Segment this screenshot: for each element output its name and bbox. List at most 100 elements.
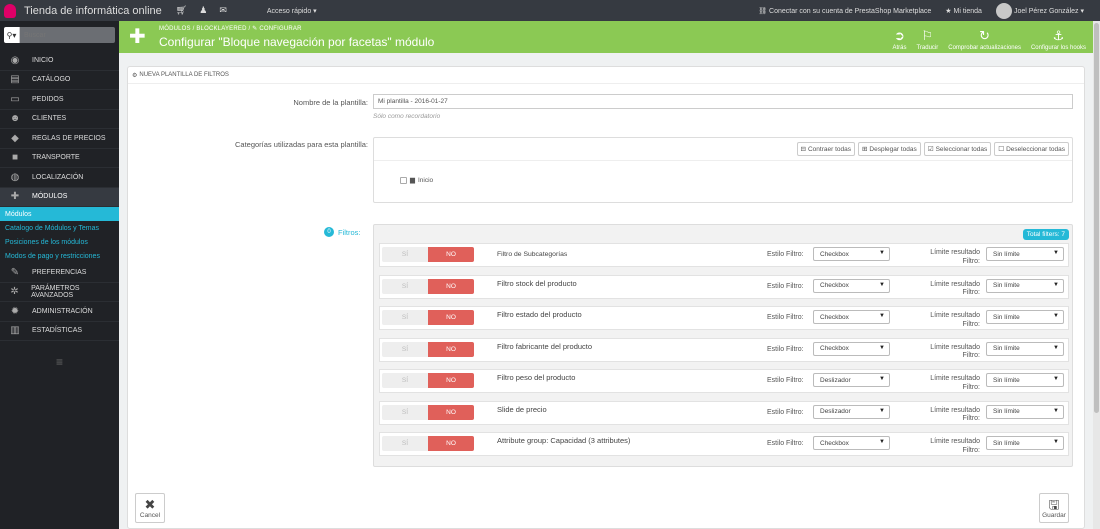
tree-node-checkbox[interactable] [400,176,407,184]
sidebar-item-clientes[interactable]: ☻ Clientes [0,110,119,129]
filter-name: Filtro fabricante del producto [497,341,593,351]
sidebar-item-pedidos[interactable]: ▭ Pedidos [0,90,119,110]
back-button[interactable]: ➲ Atrás [892,23,906,52]
sidebar-item-m-dulos[interactable]: ✚ Módulos [0,187,119,207]
filter-enable-toggle[interactable]: SÍ NO [382,373,474,388]
collapse-menu-icon[interactable]: ≡ [0,355,119,369]
cogs-icon: ✲ [10,286,19,298]
user-icon[interactable]: ♟ [199,5,207,16]
toggle-yes[interactable]: SÍ [382,310,428,325]
expand-icon: ⊞ [861,146,868,153]
filter-style-select[interactable]: Checkbox ▼ [813,247,890,261]
sidebar-item-transporte[interactable]: ■ Transporte [0,149,119,168]
wrench-icon: ✎ [10,266,20,278]
toggle-no[interactable]: NO [428,404,474,420]
filter-limit-select[interactable]: Sin límite ▼ [986,373,1064,387]
toggle-yes[interactable]: SÍ [382,247,428,262]
toggle-no[interactable]: NO [428,436,474,451]
sidebar-item-reglas-de-precios[interactable]: ◆ Reglas de precios [0,129,119,149]
page-title: Configurar "Bloque navegación por faceta… [159,35,435,49]
toggle-no[interactable]: NO [428,373,474,388]
cart-icon[interactable]: 🛒︎ [176,5,187,16]
filter-row: SÍ NO Slide de precio Estilo Filtro: Desliza… [379,400,1069,425]
translate-button[interactable]: ⚐ Traducir [916,23,938,52]
sidebar-search: ⚲▾ [0,21,119,51]
toggle-yes[interactable]: SÍ [382,404,428,420]
caret-down-icon: ▼ [1053,313,1059,319]
filter-enable-toggle[interactable]: SÍ NO [382,278,474,294]
filter-name: Attribute group: Capacidad (3 attributes… [497,436,631,445]
total-filters-badge: Total filters: 7 [1022,229,1069,240]
cancel-button[interactable]: ✖ Cancel [135,493,165,523]
toggle-yes[interactable]: SÍ [382,341,428,357]
collapse-all-button[interactable]: ⊟ Contraer todas [796,142,855,156]
select-all-button[interactable]: ☑ Seleccionar todas [923,142,992,156]
filter-limit-select[interactable]: Sin límite ▼ [986,278,1064,293]
submenu-item[interactable]: Módulos [0,207,119,221]
filter-enable-toggle[interactable]: SÍ NO [382,310,474,325]
search-scope-button[interactable]: ⚲▾ [4,27,20,43]
toggle-no[interactable]: NO [428,247,474,262]
filter-style-label: Estilo Filtro: [767,314,804,321]
filter-style-select[interactable]: Checkbox ▼ [813,341,890,356]
sidebar-item-estad-sticas[interactable]: ▥ Estadísticas [0,322,119,341]
cog-icon: ✹ [10,305,20,317]
deselect-all-button[interactable]: ☐ Deseleccionar todas [994,142,1069,156]
template-name-help: Sólo como recordatorio [373,113,441,120]
expand-all-button[interactable]: ⊞ Desplegar todas [857,142,921,156]
breadcrumb[interactable]: MÓDULOS / BLOCKLAYERED / ✎ CONFIGURAR [159,25,302,32]
filter-enable-toggle[interactable]: SÍ NO [382,341,474,357]
marketplace-link[interactable]: ⛓ Conectar con su cuenta de PrestaShop M… [758,7,931,15]
toggle-yes[interactable]: SÍ [382,278,428,294]
prestashop-logo-icon[interactable] [0,0,20,21]
save-button[interactable]: 🖫︎ Guardar [1039,493,1069,523]
user-menu[interactable]: Joel Pérez González ▾ [995,2,1084,19]
filter-style-select[interactable]: Checkbox ▼ [813,310,890,324]
my-shop-link[interactable]: ★ Mi tienda [945,7,982,15]
sidebar-item-localizaci-n[interactable]: ◍ Localización [0,168,119,188]
category-tree: ⊟ Contraer todas ⊞ Desplegar todas ☑ Selecc… [373,137,1073,203]
sidebar-item-par-metros-avanzados[interactable]: ✲ Parámetros avanzados [0,283,119,302]
sidebar-item-preferencias[interactable]: ✎ Preferencias [0,263,119,283]
search-input[interactable] [20,27,115,43]
filter-enable-toggle[interactable]: SÍ NO [382,436,474,451]
filter-limit-label: Límite resultado Filtro: [930,438,980,454]
shop-name[interactable]: Tienda de informática online [24,5,162,17]
filter-enable-toggle[interactable]: SÍ NO [382,404,474,420]
toggle-no[interactable]: NO [428,310,474,325]
filter-limit-select[interactable]: Sin límite ▼ [986,341,1064,356]
sidebar-item-inicio[interactable]: ◉ Inicio [0,51,119,71]
sidebar-item-cat-logo[interactable]: ▤ Catálogo [0,71,119,90]
filter-style-select[interactable]: Deslizador ▼ [813,404,890,419]
mail-icon[interactable]: ✉ [219,5,227,16]
filter-limit-select[interactable]: Sin límite ▼ [986,436,1064,450]
configure-hooks-button[interactable]: ⚓ Configurar los hooks [1031,23,1086,52]
filter-limit-select[interactable]: Sin límite ▼ [986,404,1064,419]
filter-style-select[interactable]: Checkbox ▼ [813,436,890,450]
toggle-yes[interactable]: SÍ [382,373,428,388]
submenu-item[interactable]: Posiciones de los módulos [0,235,119,249]
tree-node-root[interactable]: ▆ Inicio [400,176,433,184]
template-name-input[interactable]: Mi plantilla - 2016-01-27 [373,94,1073,109]
filter-name: Slide de precio [497,404,547,414]
submenu-item[interactable]: Catalogo de Módulos y Temas [0,221,119,235]
filter-limit-select[interactable]: Sin límite ▼ [986,310,1064,324]
filter-limit-label: Límite resultado Filtro: [930,249,980,265]
toggle-no[interactable]: NO [428,341,474,357]
page-header: ✚ MÓDULOS / BLOCKLAYERED / ✎ CONFIGURAR … [119,21,1100,53]
category-tree-toolbar: ⊟ Contraer todas ⊞ Desplegar todas ☑ Selecc… [374,138,1072,161]
scrollbar-thumb[interactable] [1094,23,1099,413]
check-updates-button[interactable]: ↻ Comprobar actualizaciones [948,23,1021,52]
filter-style-select[interactable]: Checkbox ▼ [813,278,890,293]
toggle-no[interactable]: NO [428,278,474,294]
filter-style-select[interactable]: Deslizador ▼ [813,373,890,387]
quick-access-dropdown[interactable]: Acceso rápido ▾ [267,7,317,15]
toggle-yes[interactable]: SÍ [382,436,428,451]
floppy-disk-icon: 🖫︎ [1048,496,1060,512]
filter-limit-select[interactable]: Sin límite ▼ [986,247,1064,261]
sidebar-item-administraci-n[interactable]: ✹ Administración [0,302,119,322]
filter-name: Filtro de Subcategorías [497,251,568,258]
vertical-scrollbar[interactable] [1093,21,1100,529]
filter-enable-toggle[interactable]: SÍ NO [382,247,474,262]
submenu-item[interactable]: Modos de pago y restricciones [0,249,119,263]
